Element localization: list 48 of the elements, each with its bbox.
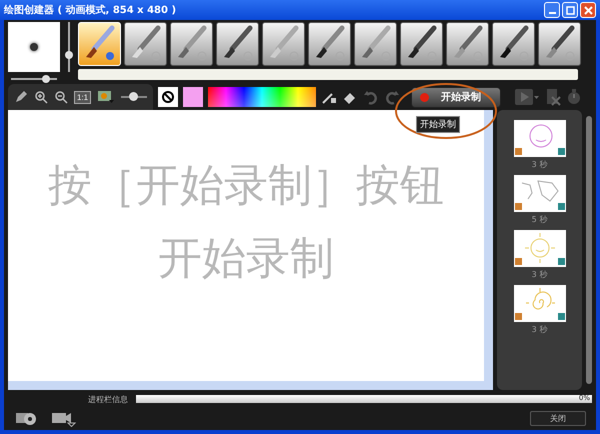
minimize-icon bbox=[548, 12, 556, 14]
canvas-vertical-scrollbar[interactable] bbox=[484, 110, 493, 381]
tool-button[interactable] bbox=[262, 22, 305, 66]
frame-duration: 3 秒 bbox=[532, 324, 548, 335]
tool-button[interactable] bbox=[400, 22, 443, 66]
frame-thumbnail[interactable] bbox=[514, 120, 566, 157]
window-title: 绘图创建器 ( 动画模式, 854 x 480 ) bbox=[4, 4, 178, 17]
zoom-out-icon[interactable] bbox=[54, 90, 68, 104]
maximize-icon bbox=[566, 6, 574, 14]
frame-duration: 5 秒 bbox=[532, 214, 548, 225]
tool-button[interactable] bbox=[354, 22, 397, 66]
canvas-horizontal-scrollbar[interactable] bbox=[8, 381, 493, 390]
caption-text: 按［开始录制］按钮 bbox=[48, 160, 444, 213]
color-swatch[interactable] bbox=[183, 87, 204, 107]
frame-thumbnail[interactable] bbox=[514, 175, 566, 212]
tooltip: 开始录制 bbox=[416, 116, 460, 133]
color-spectrum[interactable] bbox=[208, 87, 316, 107]
tool-button[interactable] bbox=[446, 22, 489, 66]
record-button[interactable]: 开始录制 bbox=[411, 86, 502, 108]
timer-icon[interactable] bbox=[566, 88, 582, 106]
no-color-button[interactable] bbox=[158, 87, 178, 107]
progress-label: 进程栏信息 bbox=[88, 394, 128, 404]
tool-button[interactable] bbox=[538, 22, 581, 66]
tool-button[interactable] bbox=[216, 22, 259, 66]
tool-button[interactable] bbox=[124, 22, 167, 66]
delete-frame-icon[interactable] bbox=[545, 88, 562, 106]
caption-text: 开始录制 bbox=[158, 232, 334, 286]
maximize-button[interactable] bbox=[562, 2, 578, 18]
close-button[interactable] bbox=[580, 2, 596, 18]
frame-thumbnail[interactable] bbox=[514, 230, 566, 267]
actual-size-button[interactable]: 1:1 bbox=[74, 90, 92, 104]
frames-scrollbar[interactable] bbox=[586, 116, 592, 384]
image-icon[interactable] bbox=[97, 90, 116, 104]
tool-button[interactable] bbox=[170, 22, 213, 66]
frame-thumbnail[interactable] bbox=[514, 285, 566, 322]
close-dialog-button[interactable]: 关闭 bbox=[530, 410, 586, 426]
minimize-button[interactable] bbox=[544, 2, 560, 18]
brush-preview bbox=[8, 22, 60, 72]
play-icon[interactable] bbox=[514, 88, 540, 106]
redo-icon[interactable] bbox=[384, 89, 400, 105]
tool-button[interactable] bbox=[492, 22, 535, 66]
tool-scrollbar[interactable] bbox=[78, 69, 578, 80]
frame-duration: 3 秒 bbox=[532, 159, 548, 170]
zoom-in-icon[interactable] bbox=[34, 90, 48, 104]
edit-icon[interactable] bbox=[14, 90, 28, 104]
close-icon bbox=[584, 6, 592, 14]
tool-button[interactable] bbox=[308, 22, 351, 66]
frame-duration: 3 秒 bbox=[532, 269, 548, 280]
